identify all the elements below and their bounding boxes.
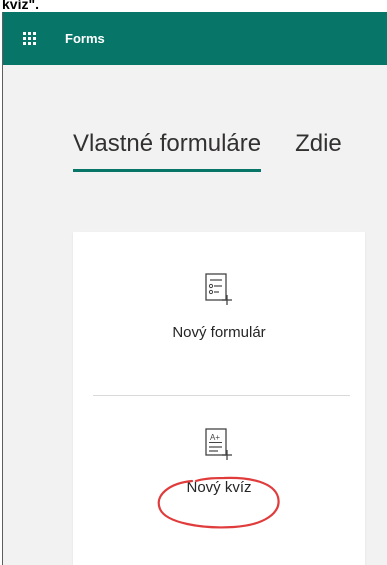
- tab-shared[interactable]: Zdie: [295, 130, 342, 172]
- caption-text: kvíz".: [2, 0, 39, 12]
- form-icon: [205, 273, 232, 305]
- app-name[interactable]: Forms: [65, 31, 105, 46]
- red-circle-annotation: [157, 476, 280, 529]
- new-form-button[interactable]: Nový formulár: [73, 272, 365, 341]
- new-form-label: Nový formulár: [172, 324, 266, 341]
- quiz-icon-text: A+: [210, 433, 220, 442]
- tab-my-forms[interactable]: Vlastné formuláre: [73, 130, 262, 172]
- app-launcher-icon[interactable]: [23, 28, 45, 50]
- app-header: Forms: [3, 12, 387, 65]
- divider: [93, 395, 350, 396]
- quiz-icon: A+: [205, 428, 232, 460]
- tab-bar: Vlastné formuláre Zdie: [73, 130, 342, 172]
